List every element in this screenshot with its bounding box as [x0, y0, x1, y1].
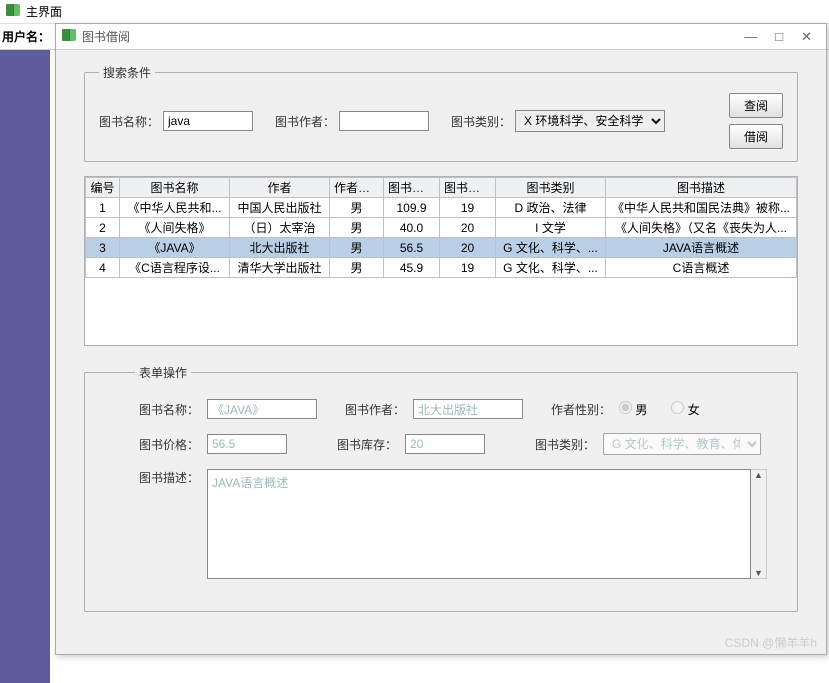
search-author-label: 图书作者： — [275, 113, 335, 130]
search-legend: 搜索条件 — [99, 64, 155, 81]
search-row: 图书名称： 图书作者： 图书类别： X 环境科学、安全科学 查阅 借阅 — [99, 93, 783, 149]
scroll-down-icon[interactable]: ▼ — [754, 568, 763, 578]
window-controls: — □ ✕ — [744, 29, 812, 45]
table-row[interactable]: 1《中华人民共和...中国人民出版社男109.919D 政治、法律《中华人民共和… — [86, 198, 797, 218]
form-stock-input — [405, 434, 485, 454]
cell-stock: 20 — [440, 238, 496, 258]
search-buttons: 查阅 借阅 — [729, 93, 783, 149]
table-header-row: 编号 图书名称 作者 作者性别 图书价格 图书库存 图书类别 图书描述 — [86, 178, 797, 198]
form-stock-label: 图书库存： — [333, 436, 397, 453]
cell-author: 中国人民出版社 — [230, 198, 330, 218]
th-id[interactable]: 编号 — [86, 178, 120, 198]
results-table: 编号 图书名称 作者 作者性别 图书价格 图书库存 图书类别 图书描述 1《中华… — [85, 177, 797, 278]
form-name-input — [207, 399, 317, 419]
query-button[interactable]: 查阅 — [729, 93, 783, 118]
borrow-dialog: 图书借阅 — □ ✕ 搜索条件 图书名称： 图书作者： 图书类别： X 环境科学… — [55, 23, 827, 655]
th-stock[interactable]: 图书库存 — [440, 178, 496, 198]
cell-price: 56.5 — [384, 238, 440, 258]
cell-desc: C语言概述 — [606, 258, 797, 278]
dialog-icon — [62, 29, 78, 45]
cell-category: G 文化、科学、... — [496, 258, 606, 278]
form-row-1: 图书名称： 图书作者： 作者性别： 男 女 — [135, 399, 767, 419]
form-row-3: 图书描述： ▲ ▼ — [135, 469, 767, 579]
form-category-select: G 文化、科学、教育、体育 — [603, 433, 761, 455]
radio-female — [671, 401, 684, 414]
th-price[interactable]: 图书价格 — [384, 178, 440, 198]
cell-author: 清华大学出版社 — [230, 258, 330, 278]
cell-author: 北大出版社 — [230, 238, 330, 258]
sidebar — [0, 50, 50, 683]
cell-name: 《中华人民共和... — [120, 198, 230, 218]
dialog-titlebar[interactable]: 图书借阅 — □ ✕ — [56, 24, 826, 50]
table-row[interactable]: 4《C语言程序设...清华大学出版社男45.919G 文化、科学、...C语言概… — [86, 258, 797, 278]
search-category-select[interactable]: X 环境科学、安全科学 — [515, 110, 665, 132]
th-name[interactable]: 图书名称 — [120, 178, 230, 198]
cell-author: （日）太宰治 — [230, 218, 330, 238]
th-author[interactable]: 作者 — [230, 178, 330, 198]
cell-name: 《人间失格》 — [120, 218, 230, 238]
search-name-input[interactable] — [163, 111, 253, 131]
th-desc[interactable]: 图书描述 — [606, 178, 797, 198]
radio-male-label: 男 — [619, 401, 647, 418]
cell-gender: 男 — [330, 198, 384, 218]
cell-desc: 《中华人民共和国民法典》被称... — [606, 198, 797, 218]
cell-stock: 19 — [440, 198, 496, 218]
cell-desc: JAVA语言概述 — [606, 238, 797, 258]
table-body: 1《中华人民共和...中国人民出版社男109.919D 政治、法律《中华人民共和… — [86, 198, 797, 278]
cell-gender: 男 — [330, 218, 384, 238]
cell-name: 《JAVA》 — [120, 238, 230, 258]
form-price-label: 图书价格： — [135, 436, 199, 453]
cell-desc: 《人间失格》（又名《丧失为人... — [606, 218, 797, 238]
form-row-2: 图书价格： 图书库存： 图书类别： G 文化、科学、教育、体育 — [135, 433, 767, 455]
form-gender-label: 作者性别： — [547, 401, 611, 418]
textarea-wrap: ▲ ▼ — [207, 469, 767, 579]
radio-female-label: 女 — [671, 401, 699, 418]
cell-gender: 男 — [330, 238, 384, 258]
form-desc-label: 图书描述： — [135, 469, 199, 486]
radio-male — [619, 401, 632, 414]
cell-stock: 19 — [440, 258, 496, 278]
app-icon — [6, 4, 22, 20]
cell-id: 2 — [86, 218, 120, 238]
scroll-up-icon[interactable]: ▲ — [754, 470, 763, 480]
main-titlebar: 主界面 — [0, 0, 829, 24]
cell-category: G 文化、科学、... — [496, 238, 606, 258]
cell-gender: 男 — [330, 258, 384, 278]
cell-id: 1 — [86, 198, 120, 218]
th-category[interactable]: 图书类别 — [496, 178, 606, 198]
borrow-button[interactable]: 借阅 — [729, 124, 783, 149]
search-name-label: 图书名称： — [99, 113, 159, 130]
form-category-label: 图书类别： — [531, 436, 595, 453]
close-button[interactable]: ✕ — [801, 29, 812, 45]
form-author-input — [413, 399, 523, 419]
form-price-input — [207, 434, 287, 454]
table-row[interactable]: 2《人间失格》（日）太宰治男40.020I 文学《人间失格》（又名《丧失为人..… — [86, 218, 797, 238]
th-gender[interactable]: 作者性别 — [330, 178, 384, 198]
cell-name: 《C语言程序设... — [120, 258, 230, 278]
maximize-button[interactable]: □ — [775, 29, 783, 45]
cell-stock: 20 — [440, 218, 496, 238]
minimize-button[interactable]: — — [744, 29, 757, 45]
search-category-label: 图书类别： — [451, 113, 511, 130]
form-fieldset: 表单操作 图书名称： 图书作者： 作者性别： 男 女 图书价格： 图书库存： — [84, 364, 798, 612]
dialog-body: 搜索条件 图书名称： 图书作者： 图书类别： X 环境科学、安全科学 查阅 借阅 — [56, 50, 826, 640]
dialog-title: 图书借阅 — [82, 28, 744, 45]
cell-category: I 文学 — [496, 218, 606, 238]
cell-id: 4 — [86, 258, 120, 278]
main-window-title: 主界面 — [26, 3, 62, 20]
form-legend: 表单操作 — [135, 364, 191, 381]
table-row[interactable]: 3《JAVA》北大出版社男56.520G 文化、科学、...JAVA语言概述 — [86, 238, 797, 258]
search-author-input[interactable] — [339, 111, 429, 131]
results-table-wrap[interactable]: 编号 图书名称 作者 作者性别 图书价格 图书库存 图书类别 图书描述 1《中华… — [84, 176, 798, 346]
cell-id: 3 — [86, 238, 120, 258]
form-author-label: 图书作者： — [341, 401, 405, 418]
form-name-label: 图书名称： — [135, 401, 199, 418]
cell-price: 45.9 — [384, 258, 440, 278]
textarea-scrollbar[interactable]: ▲ ▼ — [751, 469, 767, 579]
cell-price: 109.9 — [384, 198, 440, 218]
form-desc-textarea — [207, 469, 751, 579]
search-fieldset: 搜索条件 图书名称： 图书作者： 图书类别： X 环境科学、安全科学 查阅 借阅 — [84, 64, 798, 162]
cell-category: D 政治、法律 — [496, 198, 606, 218]
cell-price: 40.0 — [384, 218, 440, 238]
